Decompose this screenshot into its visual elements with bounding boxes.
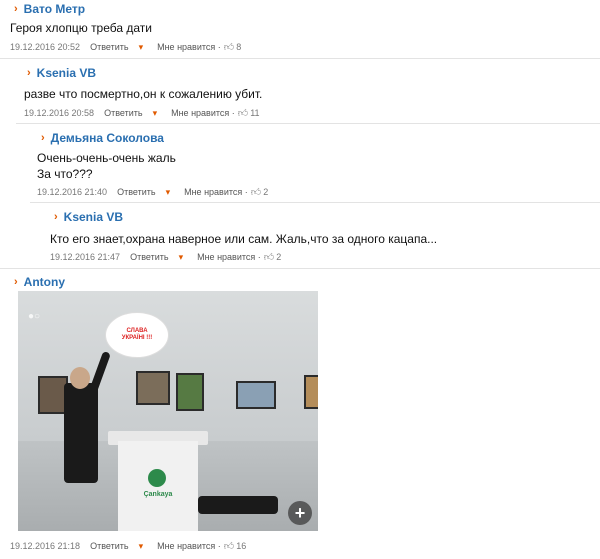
attached-photo[interactable]: ●○ Çankaya СЛАВА УКРАЇНІ !!! + [18,291,318,531]
painting [176,373,204,411]
thumbs-up-icon[interactable]: 👍︎ [224,540,234,552]
like-count: 11 [250,108,260,118]
chevron-right-icon: › [27,66,31,79]
like-button[interactable]: Мне нравится · [184,187,248,197]
divider [0,58,600,59]
comment-meta: 19.12.2016 21:40 Ответить ▾ Мне нравится… [37,186,269,199]
zoom-plus-icon[interactable]: + [288,501,312,525]
comment-date: 19.12.2016 21:40 [37,187,108,197]
divider [0,268,600,269]
comment-author-line: › Antony [14,275,65,289]
comment-text: За что??? [37,167,93,181]
watermark: ●○ [28,311,41,322]
comment-author-line: › Ksenia VB [54,210,123,224]
reply-button[interactable]: Ответить [104,108,142,118]
chevron-right-icon: › [41,131,45,144]
painting [136,371,170,405]
author-name[interactable]: Ksenia VB [64,210,123,224]
divider [30,202,600,203]
chevron-right-icon: › [14,275,18,288]
author-name[interactable]: Вато Метр [24,2,85,16]
author-name[interactable]: Antony [24,275,65,289]
reply-button[interactable]: Ответить [90,541,128,551]
reply-button[interactable]: Ответить [90,42,128,52]
comment-text: Кто его знает,охрана наверное или сам. Ж… [50,232,438,246]
thumbs-up-icon[interactable]: 👍︎ [238,107,248,119]
like-button[interactable]: Мне нравится · [157,42,221,52]
chevron-right-icon: › [54,210,58,223]
standing-man [64,383,98,483]
caret-down-icon[interactable]: ▾ [139,42,144,53]
painting [304,375,318,409]
comment-meta: 19.12.2016 21:47 Ответить ▾ Мне нравится… [50,251,282,264]
comment-text: Очень-очень-очень жаль [37,151,176,165]
man-head [70,367,90,389]
divider [16,123,600,124]
comment-date: 19.12.2016 20:52 [10,42,81,52]
reply-button[interactable]: Ответить [130,252,168,262]
comment-text: разве что посмертно,он к сожалению убит. [24,87,263,101]
like-button[interactable]: Мне нравится · [197,252,261,262]
podium-logo-icon [148,469,166,487]
bubble-line-2: УКРАЇНІ !!! [121,335,153,341]
comment-date: 19.12.2016 20:58 [24,108,95,118]
thumbs-up-icon[interactable]: 👍︎ [224,41,234,53]
comment-author-line: › Вато Метр [14,2,85,16]
fallen-man [198,496,278,514]
caret-down-icon[interactable]: ▾ [153,108,158,119]
like-count: 16 [236,541,247,551]
speech-bubble: СЛАВА УКРАЇНІ !!! [106,313,168,357]
chevron-right-icon: › [14,2,18,15]
comment-author-line: › Ksenia VB [27,66,96,80]
like-count: 2 [263,187,269,197]
podium-logo-text: Çankaya [143,491,173,498]
caret-down-icon[interactable]: ▾ [139,541,144,552]
painting [236,381,276,409]
thumbs-up-icon[interactable]: 👍︎ [251,186,261,198]
photo-wall [18,291,318,441]
caret-down-icon[interactable]: ▾ [166,187,171,198]
comment-meta: 19.12.2016 21:18 Ответить ▾ Мне нравится… [10,540,247,553]
like-button[interactable]: Мне нравится · [157,541,221,551]
reply-button[interactable]: Ответить [117,187,155,197]
like-count: 2 [276,252,282,262]
comment-text: Героя хлопцю треба дати [10,21,152,35]
comment-author-line: › Демьяна Соколова [41,131,164,145]
like-button[interactable]: Мне нравится · [171,108,235,118]
comment-date: 19.12.2016 21:18 [10,541,81,551]
author-name[interactable]: Демьяна Соколова [51,131,164,145]
comment-meta: 19.12.2016 20:52 Ответить ▾ Мне нравится… [10,41,242,54]
comment-date: 19.12.2016 21:47 [50,252,121,262]
caret-down-icon[interactable]: ▾ [179,252,184,263]
thumbs-up-icon[interactable]: 👍︎ [264,251,274,263]
author-name[interactable]: Ksenia VB [37,66,96,80]
like-count: 8 [236,42,242,52]
bubble-line-1: СЛАВА [126,328,148,334]
comment-meta: 19.12.2016 20:58 Ответить ▾ Мне нравится… [24,107,260,120]
